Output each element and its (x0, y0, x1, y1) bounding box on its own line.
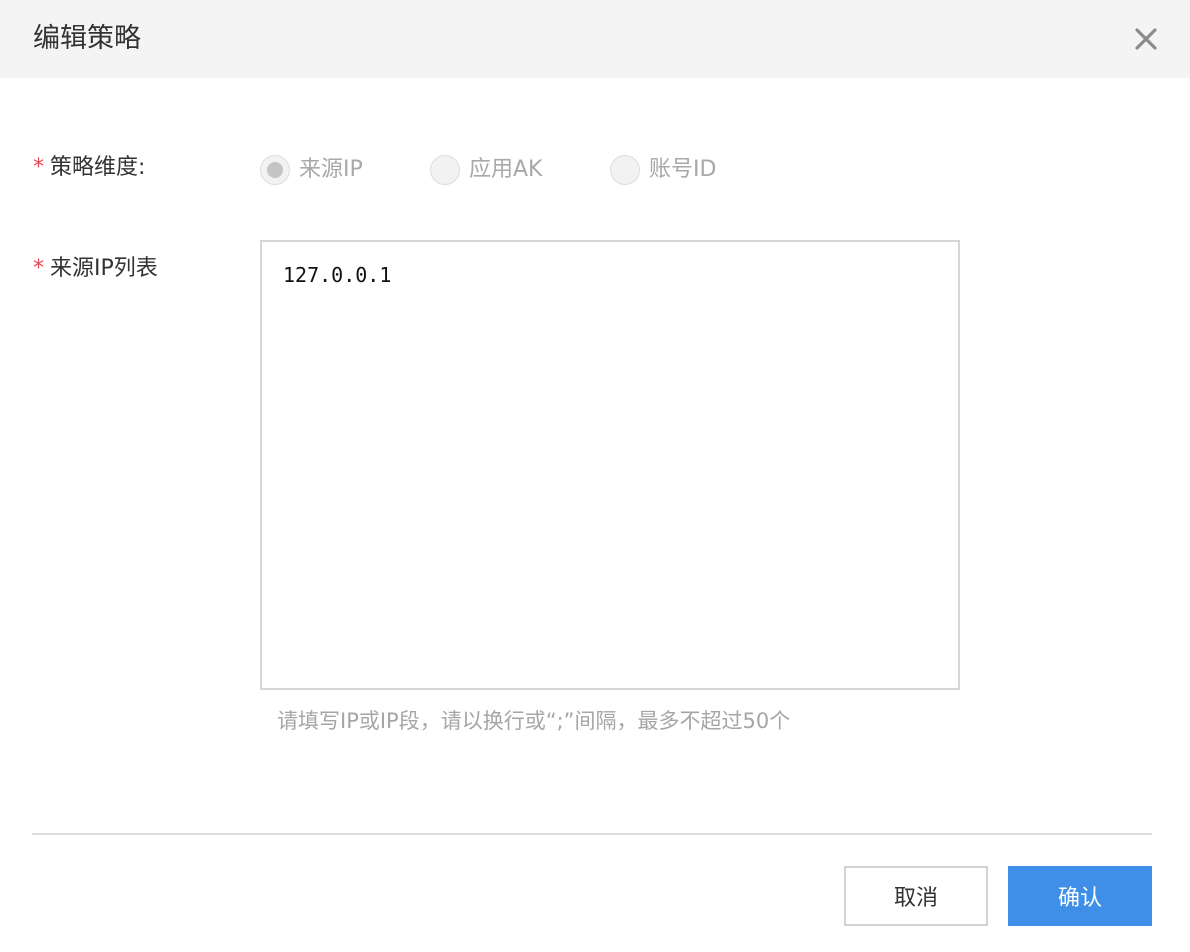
radio-circle-checked (260, 155, 290, 185)
radio-account-id[interactable]: 账号ID (610, 153, 716, 187)
ip-list-label-text: 来源IP列表 (50, 256, 158, 281)
radio-source-ip-label: 来源IP (299, 157, 363, 182)
radio-dot (267, 162, 283, 178)
radio-app-ak[interactable]: 应用AK (430, 153, 542, 187)
dimension-label-text: 策略维度: (50, 155, 146, 180)
radio-account-id-label: 账号ID (649, 157, 717, 182)
ip-list-hint: 请填写IP或IP段，请以换行或“;”间隔，最多不超过50个 (277, 709, 791, 733)
cancel-button[interactable]: 取消 (844, 866, 988, 926)
ip-list-label: * 来源IP列表 (33, 253, 158, 285)
ip-list-textarea[interactable]: 127.0.0.1 (260, 240, 960, 690)
dialog-header: 编辑策略 (0, 0, 1190, 78)
radio-app-ak-label: 应用AK (469, 157, 543, 182)
edit-policy-dialog: 编辑策略 * 策略维度: 来源IP 应用AK 账号ID * 来源IP列表 127.0… (0, 0, 1190, 952)
dialog-title: 编辑策略 (33, 23, 141, 54)
close-button[interactable] (1126, 19, 1166, 59)
radio-circle (610, 155, 640, 185)
close-icon (1135, 28, 1157, 50)
footer-divider (32, 833, 1152, 835)
confirm-button[interactable]: 确认 (1008, 866, 1152, 926)
required-mark: * (33, 155, 44, 180)
radio-source-ip[interactable]: 来源IP (260, 153, 363, 187)
radio-circle (430, 155, 460, 185)
dimension-label: * 策略维度: (33, 152, 145, 184)
required-mark: * (33, 256, 44, 281)
